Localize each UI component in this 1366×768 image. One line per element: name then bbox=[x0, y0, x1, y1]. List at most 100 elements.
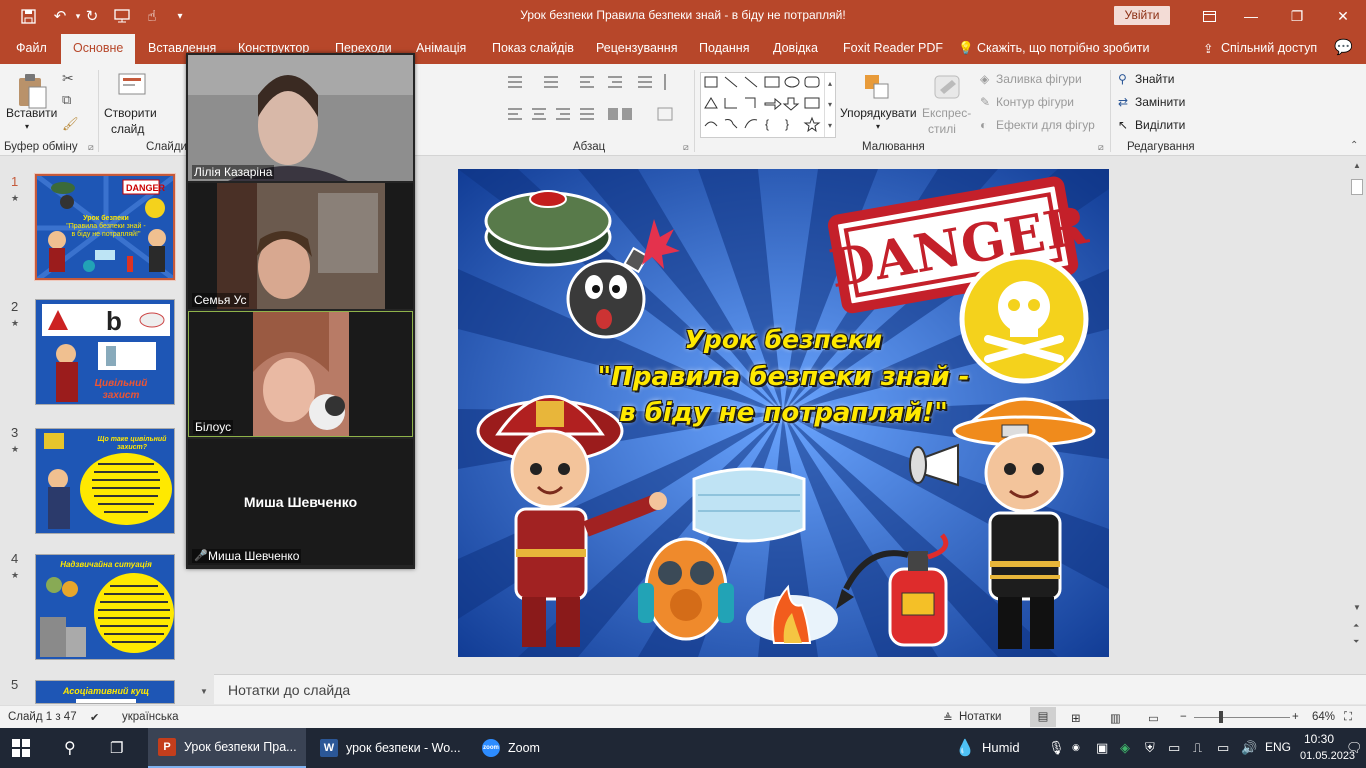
quick-styles-icon[interactable] bbox=[932, 72, 964, 104]
search-icon[interactable]: ⚲ bbox=[64, 728, 76, 768]
zoom-tray-icon[interactable]: ◉ bbox=[1072, 742, 1080, 753]
weather-droplet-icon[interactable]: 💧 bbox=[955, 738, 975, 758]
paste-button[interactable]: Вставити bbox=[6, 106, 57, 120]
tray-icon-2[interactable]: ▣ bbox=[1096, 740, 1108, 756]
tab-foxit[interactable]: Foxit Reader PDF bbox=[843, 41, 943, 55]
zoom-tile-4[interactable]: Миша Шевченко Миша Шевченко 🎤 bbox=[188, 439, 413, 565]
shape-effects-button[interactable]: Ефекти для фігур bbox=[996, 118, 1095, 132]
cut-icon[interactable]: ✂ bbox=[62, 70, 74, 87]
tab-help[interactable]: Довідка bbox=[773, 41, 818, 55]
slide-sorter-icon[interactable]: ⊞ bbox=[1071, 711, 1081, 725]
arrange-icon[interactable] bbox=[862, 72, 894, 104]
quick-styles-button[interactable]: Експрес- bbox=[922, 106, 971, 120]
clipboard-launcher-icon[interactable]: ⧄ bbox=[88, 142, 94, 153]
zoom-in-icon[interactable]: + bbox=[1292, 711, 1299, 723]
paragraph-launcher-icon[interactable]: ⧄ bbox=[683, 142, 689, 153]
shape-outline-icon[interactable]: ✎ bbox=[980, 95, 990, 109]
tab-animations[interactable]: Анімація bbox=[416, 41, 466, 55]
format-painter-icon[interactable]: 🖌 bbox=[62, 116, 79, 132]
paste-dropdown-icon[interactable]: ▾ bbox=[25, 122, 29, 131]
slide-scrollbar[interactable]: ▲ ▼ ⏶ ⏷ bbox=[1349, 157, 1366, 674]
shapes-gallery[interactable]: {} ▴ ▾ ▾ bbox=[700, 72, 836, 138]
weather-label[interactable]: Humid bbox=[982, 740, 1020, 755]
notes-placeholder[interactable]: Нотатки до слайда bbox=[228, 682, 350, 698]
tray-icon-5[interactable]: ▭ bbox=[1168, 740, 1180, 756]
security-shield-icon[interactable]: ⛨ bbox=[1145, 740, 1155, 756]
replace-button[interactable]: Замінити bbox=[1135, 95, 1185, 109]
slide-thumbnail-1[interactable]: DANGER Урок безпеки "Правила безпеки зна… bbox=[35, 174, 175, 280]
input-language[interactable]: ENG bbox=[1265, 740, 1291, 754]
volume-icon[interactable]: 🔊 bbox=[1241, 740, 1257, 756]
slide-canvas[interactable]: DANGER Урок безпеки "Правила безпеки зна… bbox=[458, 169, 1109, 657]
find-icon[interactable]: ⚲ bbox=[1118, 72, 1127, 86]
spell-check-icon[interactable]: ✔ bbox=[90, 711, 99, 724]
collapse-ribbon-icon[interactable]: ⌃ bbox=[1350, 140, 1358, 151]
new-slide-icon[interactable] bbox=[115, 70, 149, 100]
restore-icon[interactable]: ❐ bbox=[1274, 0, 1320, 32]
arrange-dropdown-icon[interactable]: ▾ bbox=[876, 122, 880, 131]
tray-icon-3[interactable]: ◈ bbox=[1120, 740, 1130, 756]
notifications-icon[interactable]: 🗨 bbox=[1346, 740, 1363, 756]
zoom-tile-2[interactable]: Семья Ус bbox=[188, 183, 413, 309]
zoom-slider-thumb[interactable] bbox=[1219, 711, 1223, 723]
drawing-launcher-icon[interactable]: ⧄ bbox=[1098, 142, 1104, 153]
shape-outline-button[interactable]: Контур фігури bbox=[996, 95, 1074, 109]
tab-view[interactable]: Подання bbox=[699, 41, 749, 55]
language-indicator[interactable]: українська bbox=[122, 711, 179, 723]
tab-home[interactable]: Основне bbox=[61, 34, 136, 64]
zoom-slider[interactable] bbox=[1194, 717, 1290, 718]
tab-slideshow[interactable]: Показ слайдів bbox=[492, 41, 574, 55]
share-button[interactable]: Спільний доступ bbox=[1221, 41, 1317, 55]
find-button[interactable]: Знайти bbox=[1135, 72, 1174, 86]
zoom-tile-3[interactable]: Білоус bbox=[188, 311, 413, 437]
normal-view-icon[interactable]: ▤ bbox=[1030, 707, 1056, 727]
windows-start-icon[interactable] bbox=[12, 728, 30, 768]
quick-styles-button-line2[interactable]: стилі bbox=[928, 122, 956, 136]
taskbar-app-powerpoint[interactable]: P Урок безпеки Пра... bbox=[148, 728, 306, 768]
slide-thumbnail-5[interactable]: Асоціативний кущ bbox=[35, 680, 175, 704]
notes-toggle-button[interactable]: Нотатки bbox=[959, 711, 1001, 723]
paste-icon[interactable] bbox=[16, 72, 48, 110]
minimize-icon[interactable]: — bbox=[1228, 0, 1274, 32]
paragraph-tools-icon[interactable] bbox=[508, 72, 688, 136]
replace-icon[interactable]: ⇄ bbox=[1118, 95, 1128, 109]
tab-review[interactable]: Рецензування bbox=[596, 41, 677, 55]
ribbon-display-options-icon[interactable] bbox=[1186, 0, 1232, 32]
shape-fill-button[interactable]: Заливка фігури bbox=[996, 72, 1082, 86]
sign-in-button[interactable]: Увійти bbox=[1114, 6, 1170, 25]
network-icon[interactable]: ⎍ bbox=[1193, 740, 1202, 756]
arrange-button[interactable]: Упорядкувати bbox=[840, 106, 917, 120]
taskbar-app-zoom[interactable]: zoom Zoom bbox=[472, 728, 552, 768]
zoom-video-panel[interactable]: Лілія Казаріна Семья Ус Білоус Миша Шевч… bbox=[186, 53, 415, 569]
copy-icon[interactable]: ⧉ bbox=[62, 92, 71, 108]
new-slide-button[interactable]: Створити bbox=[104, 106, 157, 120]
tab-file[interactable]: Файл bbox=[16, 41, 47, 55]
slide-thumbnail-2[interactable]: b Цивільний захист bbox=[35, 299, 175, 405]
notes-pane[interactable]: Нотатки до слайда bbox=[214, 674, 1366, 704]
zoom-level[interactable]: 64% bbox=[1312, 711, 1335, 723]
zoom-tile-1[interactable]: Лілія Казаріна bbox=[188, 55, 413, 181]
zoom-out-icon[interactable]: − bbox=[1180, 711, 1187, 723]
notes-toggle-icon[interactable]: ≜ bbox=[943, 711, 953, 725]
slide-thumbnail-4[interactable]: Надзвичайна ситуація bbox=[35, 554, 175, 660]
comments-icon[interactable]: 💬 bbox=[1334, 38, 1353, 56]
select-icon[interactable]: ↖ bbox=[1118, 118, 1128, 132]
new-slide-button-line2[interactable]: слайд bbox=[111, 122, 144, 136]
fit-to-window-icon[interactable]: ⛶ bbox=[1344, 711, 1352, 724]
display-icon[interactable]: ▭ bbox=[1217, 740, 1229, 756]
reading-view-icon[interactable]: ▥ bbox=[1110, 711, 1121, 725]
shape-effects-icon[interactable]: ◐ bbox=[980, 118, 987, 132]
tell-me-search[interactable]: Скажіть, що потрібно зробити bbox=[977, 41, 1150, 55]
shape-fill-icon[interactable]: ◈ bbox=[980, 72, 989, 86]
microphone-icon[interactable]: 🎙 bbox=[1048, 740, 1065, 756]
clock-time[interactable]: 10:30 bbox=[1304, 732, 1334, 746]
select-button[interactable]: Виділити bbox=[1135, 118, 1185, 132]
slide-title-line1[interactable]: Урок безпеки bbox=[458, 325, 1109, 354]
slide-title-line2[interactable]: "Правила безпеки знай - bbox=[458, 362, 1109, 392]
taskbar-app-word[interactable]: W урок безпеки - Wo... bbox=[310, 728, 468, 768]
close-icon[interactable]: ✕ bbox=[1320, 0, 1366, 32]
slide-thumbnail-3[interactable]: Що таке цивільний захист? bbox=[35, 428, 175, 534]
slide-title-line3[interactable]: в біду не потрапляй!" bbox=[458, 398, 1109, 428]
task-view-icon[interactable]: ❐ bbox=[110, 728, 123, 768]
slideshow-view-icon[interactable]: ▭ bbox=[1148, 711, 1159, 725]
